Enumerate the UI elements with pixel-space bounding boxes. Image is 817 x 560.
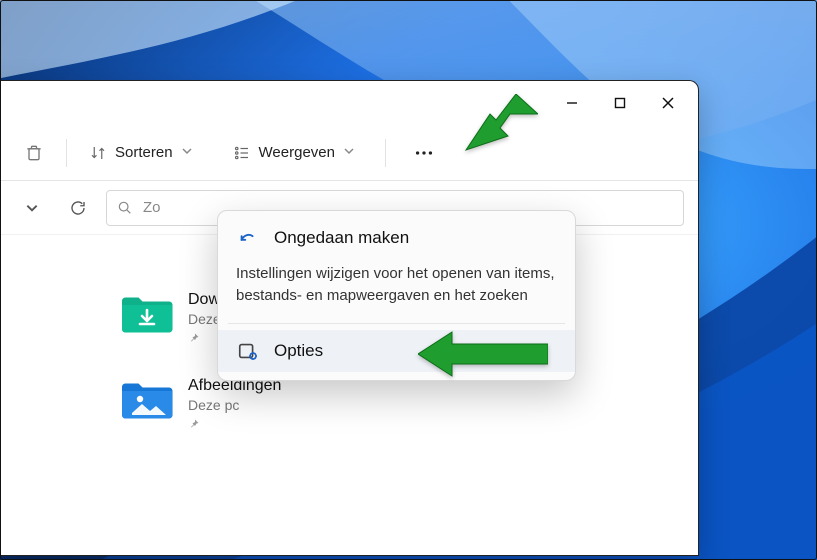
sort-dropdown[interactable]: Sorteren: [79, 133, 203, 173]
search-placeholder: Zo: [143, 199, 161, 216]
menu-item-undo[interactable]: Ongedaan maken: [218, 217, 575, 259]
sort-label: Sorteren: [115, 144, 173, 161]
item-subtitle: Deze pc: [188, 397, 281, 413]
toolbar-separator: [385, 139, 386, 167]
maximize-button[interactable]: [596, 83, 644, 123]
list-item[interactable]: Afbeeldingen Deze pc: [120, 377, 698, 435]
menu-separator: [228, 323, 565, 324]
command-toolbar: Sorteren Weergeven: [0, 125, 698, 181]
minimize-button[interactable]: [548, 83, 596, 123]
search-icon: [117, 200, 133, 216]
menu-item-label: Ongedaan maken: [274, 228, 409, 248]
menu-tooltip-text: Instellingen wijzigen voor het openen va…: [218, 259, 575, 319]
close-button[interactable]: [644, 83, 692, 123]
chevron-down-icon: [343, 144, 355, 161]
ellipsis-icon: [413, 142, 435, 164]
options-icon: [236, 340, 260, 362]
more-button[interactable]: [404, 133, 444, 173]
chevron-down-icon: [181, 144, 193, 161]
sort-icon: [89, 144, 107, 162]
refresh-button[interactable]: [60, 190, 96, 226]
toolbar-separator: [66, 139, 67, 167]
delete-button[interactable]: [14, 133, 54, 173]
menu-item-label: Opties: [274, 341, 323, 361]
view-icon: [233, 144, 251, 162]
menu-item-options[interactable]: Opties: [218, 330, 575, 372]
undo-icon: [236, 227, 260, 249]
pin-icon: [188, 417, 281, 435]
view-dropdown[interactable]: Weergeven: [223, 133, 365, 173]
downloads-folder-icon: [120, 291, 174, 335]
recent-locations-button[interactable]: [14, 190, 50, 226]
more-menu: Ongedaan maken Instellingen wijzigen voo…: [217, 210, 576, 381]
pictures-folder-icon: [120, 377, 174, 421]
window-titlebar: [0, 81, 698, 125]
view-label: Weergeven: [259, 144, 335, 161]
